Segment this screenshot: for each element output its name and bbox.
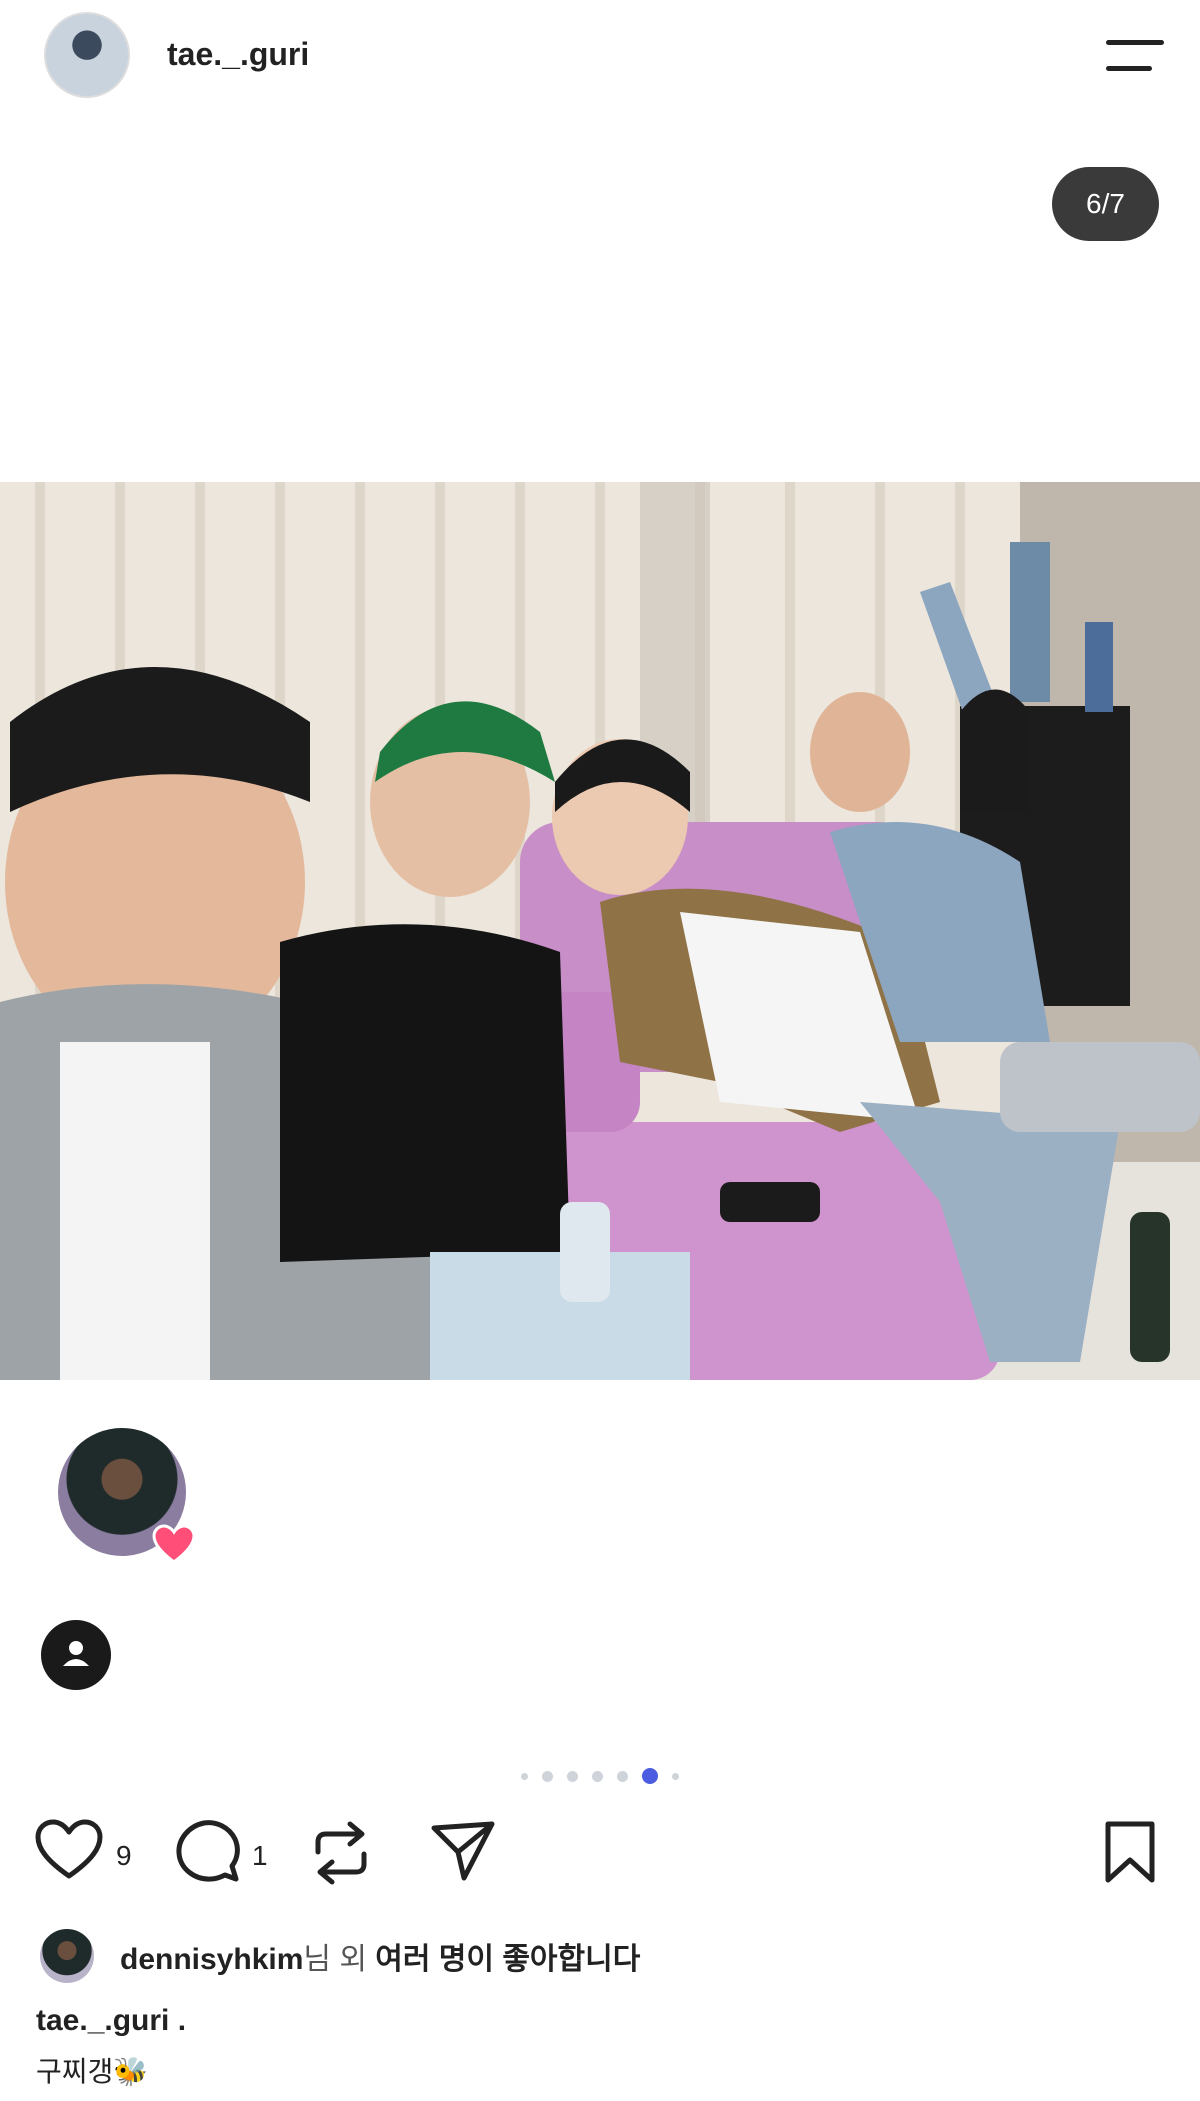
carousel-indicator	[0, 1766, 1200, 1786]
like-count: 9	[116, 1840, 132, 1871]
carousel-dot	[592, 1770, 603, 1782]
profile-avatar[interactable]	[44, 12, 130, 98]
heart-badge-icon	[152, 1524, 196, 1564]
action-bar: 9 1	[0, 1808, 1200, 1908]
carousel-dot-active	[642, 1768, 658, 1784]
likes-summary[interactable]: dennisyhkim님 외 여러 명이 좋아합니다	[40, 1928, 640, 1984]
like-icon[interactable]	[34, 1818, 104, 1887]
username[interactable]: tae._.guri	[167, 36, 309, 73]
caption-username[interactable]: tae._.guri .	[36, 2004, 186, 2038]
liker-avatar	[40, 1929, 94, 1983]
caption-text: 구찌갱🐝	[36, 2056, 149, 2087]
carousel-dot	[567, 1770, 578, 1782]
tagged-people-icon[interactable]	[41, 1620, 111, 1690]
comment-icon[interactable]	[172, 1818, 242, 1889]
menu-icon[interactable]	[1104, 38, 1164, 74]
liker-username[interactable]: dennisyhkim	[120, 1943, 303, 1976]
share-icon[interactable]	[428, 1818, 498, 1889]
image-counter: 6/7	[1052, 167, 1159, 241]
likes-suffix-bold: 여러 명이 좋아합니다	[375, 1943, 641, 1976]
likes-text: dennisyhkim님 외 여러 명이 좋아합니다	[120, 1934, 640, 1978]
post-photo[interactable]	[0, 482, 1200, 1380]
carousel-dot	[542, 1770, 553, 1782]
carousel-dot	[521, 1772, 528, 1780]
comment-count: 1	[252, 1840, 268, 1871]
carousel-dot	[672, 1772, 679, 1780]
likes-suffix-light: 님 외	[303, 1943, 376, 1976]
post-header: tae._.guri	[0, 0, 1200, 112]
bookmark-icon[interactable]	[1102, 1820, 1158, 1889]
carousel-dot	[617, 1770, 628, 1782]
repost-icon[interactable]	[308, 1818, 374, 1893]
